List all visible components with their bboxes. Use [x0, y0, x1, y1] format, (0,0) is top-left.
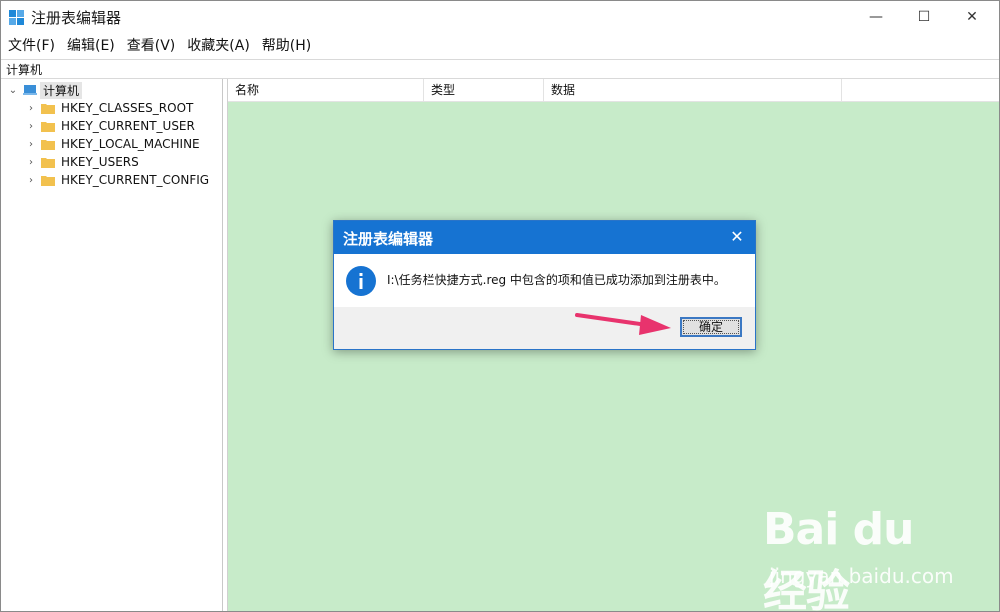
folder-icon [41, 157, 55, 168]
menu-view[interactable]: 查看(V) [120, 34, 181, 58]
info-icon [346, 266, 376, 296]
tree-root-computer[interactable]: ⌄ 计算机 [7, 81, 83, 99]
dialog-title: 注册表编辑器 [343, 230, 434, 248]
tree-item-label: HKEY_CURRENT_CONFIG [61, 173, 210, 187]
minimize-button[interactable]: — [852, 1, 900, 33]
menu-bar: 文件(F) 编辑(E) 查看(V) 收藏夹(A) 帮助(H) [1, 34, 316, 58]
menu-help[interactable]: 帮助(H) [255, 34, 316, 58]
baidu-watermark: Bai du 经验 jingyan.baidu.com [763, 504, 963, 611]
close-button[interactable]: ✕ [948, 1, 996, 33]
title-bar: 注册表编辑器 — ☐ ✕ [1, 1, 999, 33]
key-tree-pane: ⌄ 计算机 › HKEY_CLASSES_ROOT › HKEY_CURRENT… [1, 79, 223, 611]
menu-edit[interactable]: 编辑(E) [60, 34, 120, 58]
column-type[interactable]: 类型 [424, 79, 544, 101]
maximize-button[interactable]: ☐ [900, 1, 948, 33]
dialog-close-button[interactable]: ✕ [725, 226, 749, 248]
column-data[interactable]: 数据 [544, 79, 842, 101]
message-dialog: 注册表编辑器 ✕ I:\任务栏快捷方式.reg 中包含的项和值已成功添加到注册表… [333, 220, 756, 350]
folder-icon [41, 103, 55, 114]
chevron-right-icon[interactable]: › [25, 139, 37, 150]
menu-file[interactable]: 文件(F) [1, 34, 60, 58]
regedit-icon [9, 10, 24, 25]
watermark-url: jingyan.baidu.com [769, 564, 954, 588]
tree-item-label: HKEY_USERS [61, 155, 139, 169]
watermark-logo: Bai du 经验 [763, 504, 914, 612]
annotation-arrow-icon [575, 313, 671, 335]
ok-button[interactable]: 确定 [680, 317, 742, 337]
address-text: 计算机 [6, 63, 43, 77]
tree-item-hkey-current-user[interactable]: › HKEY_CURRENT_USER [25, 117, 195, 135]
tree-item-label: HKEY_LOCAL_MACHINE [61, 137, 200, 151]
dialog-message: I:\任务栏快捷方式.reg 中包含的项和值已成功添加到注册表中。 [387, 273, 726, 287]
column-name[interactable]: 名称 [228, 79, 424, 101]
chevron-down-icon[interactable]: ⌄ [7, 85, 19, 96]
chevron-right-icon[interactable]: › [25, 103, 37, 114]
tree-item-hkey-local-machine[interactable]: › HKEY_LOCAL_MACHINE [25, 135, 200, 153]
tree-item-hkey-users[interactable]: › HKEY_USERS [25, 153, 139, 171]
menu-favorites[interactable]: 收藏夹(A) [180, 34, 255, 58]
tree-item-label: HKEY_CURRENT_USER [61, 119, 195, 133]
tree-item-hkey-classes-root[interactable]: › HKEY_CLASSES_ROOT [25, 99, 193, 117]
chevron-right-icon[interactable]: › [25, 175, 37, 186]
tree-item-hkey-current-config[interactable]: › HKEY_CURRENT_CONFIG [25, 171, 209, 189]
folder-icon [41, 175, 55, 186]
folder-icon [41, 139, 55, 150]
dialog-title-bar: 注册表编辑器 ✕ [334, 221, 755, 254]
folder-icon [41, 121, 55, 132]
column-header: 名称 类型 数据 [228, 79, 999, 102]
address-bar[interactable]: 计算机 [1, 59, 999, 79]
tree-root-label: 计算机 [40, 81, 83, 99]
window-title: 注册表编辑器 [31, 9, 122, 27]
chevron-right-icon[interactable]: › [25, 157, 37, 168]
chevron-right-icon[interactable]: › [25, 121, 37, 132]
computer-icon [23, 85, 37, 95]
tree-item-label: HKEY_CLASSES_ROOT [61, 101, 194, 115]
dialog-footer: 确定 [334, 307, 755, 349]
